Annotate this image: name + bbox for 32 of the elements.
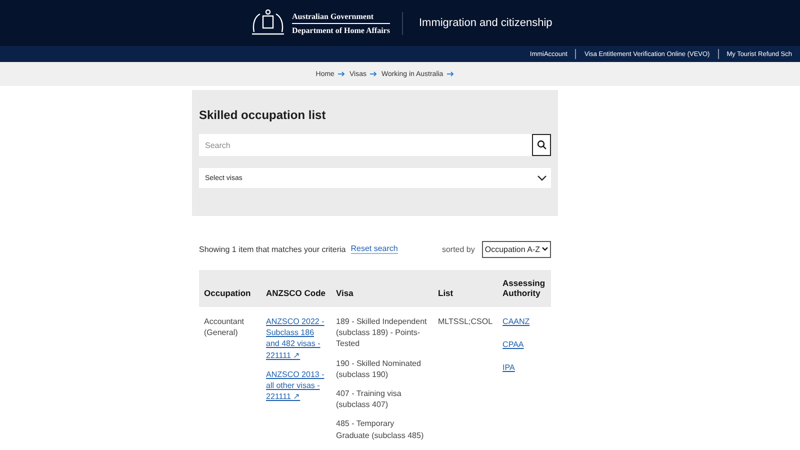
- column-header: Assessing Authority: [498, 270, 551, 307]
- chevron-down-icon: [537, 175, 547, 181]
- page-title: Skilled occupation list: [199, 108, 327, 122]
- assessing-authority-link[interactable]: CPAA: [502, 339, 546, 350]
- arrow-icon: [370, 71, 378, 77]
- anzsco-link[interactable]: ANZSCO 2013 - all other visas - 221111 ↗: [266, 368, 326, 402]
- search-button[interactable]: [532, 134, 551, 156]
- occupation-name: Accountant (General): [204, 317, 244, 338]
- chevron-down-icon: [542, 247, 548, 251]
- arrow-icon: [447, 71, 454, 77]
- department-name: Department of Home Affairs: [292, 26, 390, 34]
- visa-name: 407 - Training visa (subclass 407): [336, 388, 402, 410]
- visa-name: 485 - Temporary Graduate (subclass 485): [336, 418, 425, 441]
- list-name: MLTSSL;CSOL: [438, 317, 493, 326]
- search-icon: [536, 140, 546, 150]
- assessing-authority-link[interactable]: IPA: [502, 362, 546, 374]
- arrow-icon: [338, 71, 346, 77]
- sort-label: sorted by: [442, 244, 475, 254]
- visa-name: 189 - Skilled Independent (subclass 189) - Points-Tested: [336, 316, 428, 350]
- assessing-authority-link[interactable]: CAANZ: [502, 316, 546, 328]
- anzsco-link[interactable]: ANZSCO 2022 - Subclass 186 and 482 visas - 221111 ↗: [266, 316, 326, 361]
- column-header: ANZSCO Code: [261, 270, 331, 307]
- reset-search-link[interactable]: Reset search: [350, 244, 398, 254]
- site-title: Immigration and citizenship: [418, 17, 552, 29]
- column-header: Visa: [331, 270, 433, 307]
- visa-name: 190 - Skilled Nominated (subclass 190): [336, 358, 422, 380]
- column-header: List: [433, 270, 498, 307]
- results-summary: Showing 1 item that matches your criteria: [199, 244, 346, 254]
- government-name: Australian Government: [292, 12, 390, 24]
- sort-select[interactable]: Occupation A-Z: [482, 240, 551, 258]
- search-field[interactable]: Search: [199, 134, 532, 156]
- column-header: Occupation: [199, 270, 261, 307]
